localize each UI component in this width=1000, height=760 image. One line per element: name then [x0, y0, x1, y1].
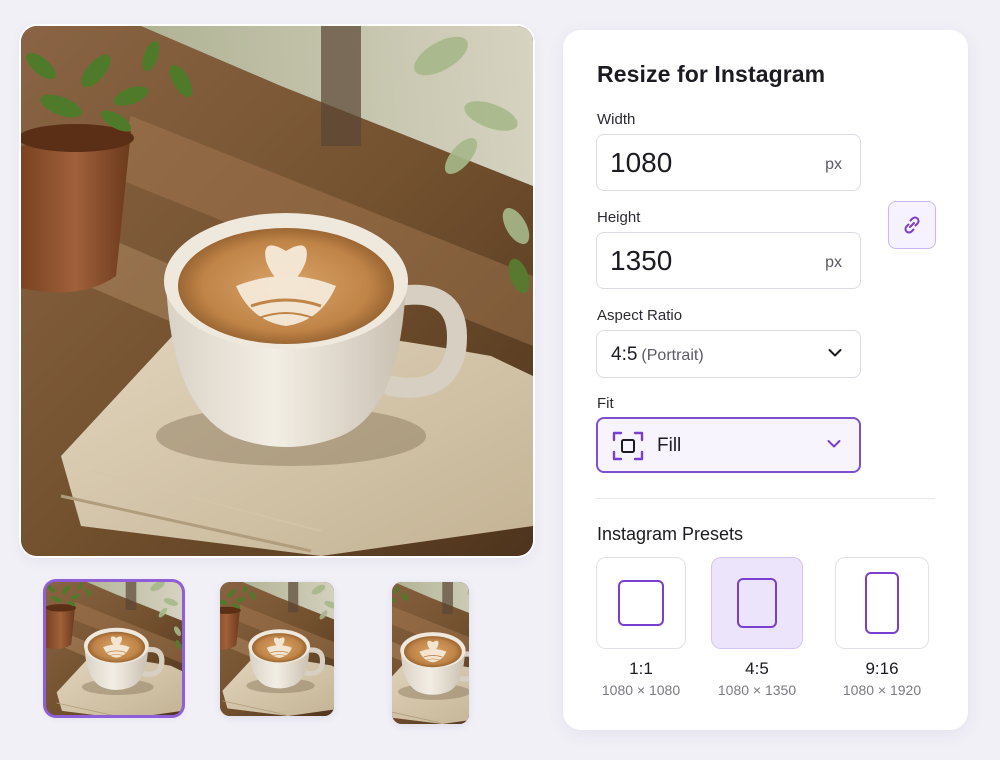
preset-1-1-ratio: 1:1: [629, 659, 653, 678]
aspect-ratio-main: 4:5: [611, 344, 638, 365]
aspect-ratio-label: Aspect Ratio: [597, 307, 683, 324]
preset-4-5-ratio: 4:5: [745, 659, 769, 678]
preset-4-5-dims: 1080 × 1350: [717, 682, 797, 698]
main-preview-image: [21, 26, 533, 556]
preset-9-16-ratio: 9:16: [865, 659, 899, 678]
chevron-down-icon: [827, 440, 841, 448]
width-input[interactable]: 1080 px: [596, 134, 861, 191]
link-dimensions-toggle[interactable]: [888, 201, 936, 249]
width-value: 1080: [610, 147, 673, 178]
story-frame-icon: [865, 572, 899, 634]
preset-4-5[interactable]: [711, 557, 803, 649]
thumbnail-portrait[interactable]: [220, 582, 334, 716]
thumbnail-image: [392, 582, 469, 724]
height-label: Height: [597, 209, 641, 226]
preset-9-16-dims: 1080 × 1920: [842, 682, 922, 698]
square-frame-icon: [618, 580, 664, 626]
aspect-ratio-value: 4:5 (Portrait): [611, 344, 704, 366]
width-label: Width: [597, 111, 636, 128]
preset-9-16[interactable]: [835, 557, 929, 649]
preset-1-1-dims: 1080 × 1080: [601, 682, 681, 698]
thumbnail-square[interactable]: [46, 582, 182, 715]
divider: [596, 498, 935, 499]
thumbnail-story[interactable]: [392, 582, 469, 724]
fit-value: Fill: [657, 435, 682, 456]
aspect-ratio-select[interactable]: 4:5 (Portrait): [596, 330, 861, 378]
fill-frame-icon: [612, 431, 644, 461]
coffee-photo: [21, 26, 533, 556]
presets-title: Instagram Presets: [597, 524, 744, 544]
portrait-frame-icon: [737, 578, 777, 628]
link-icon: [904, 216, 920, 234]
thumbnail-image: [46, 582, 182, 715]
thumbnail-image: [220, 582, 334, 716]
height-unit: px: [825, 254, 842, 271]
preset-1-1[interactable]: [596, 557, 686, 649]
height-value: 1350: [610, 245, 673, 276]
fit-select[interactable]: Fill: [596, 417, 861, 473]
height-input[interactable]: 1350 px: [596, 232, 861, 289]
width-unit: px: [825, 156, 842, 173]
chevron-down-icon: [828, 349, 842, 357]
fit-label: Fit: [597, 395, 614, 412]
panel-title: Resize for Instagram: [597, 61, 826, 87]
aspect-ratio-note: (Portrait): [641, 347, 704, 364]
resize-panel: Resize for Instagram Width 1080 px Heigh…: [563, 30, 968, 730]
